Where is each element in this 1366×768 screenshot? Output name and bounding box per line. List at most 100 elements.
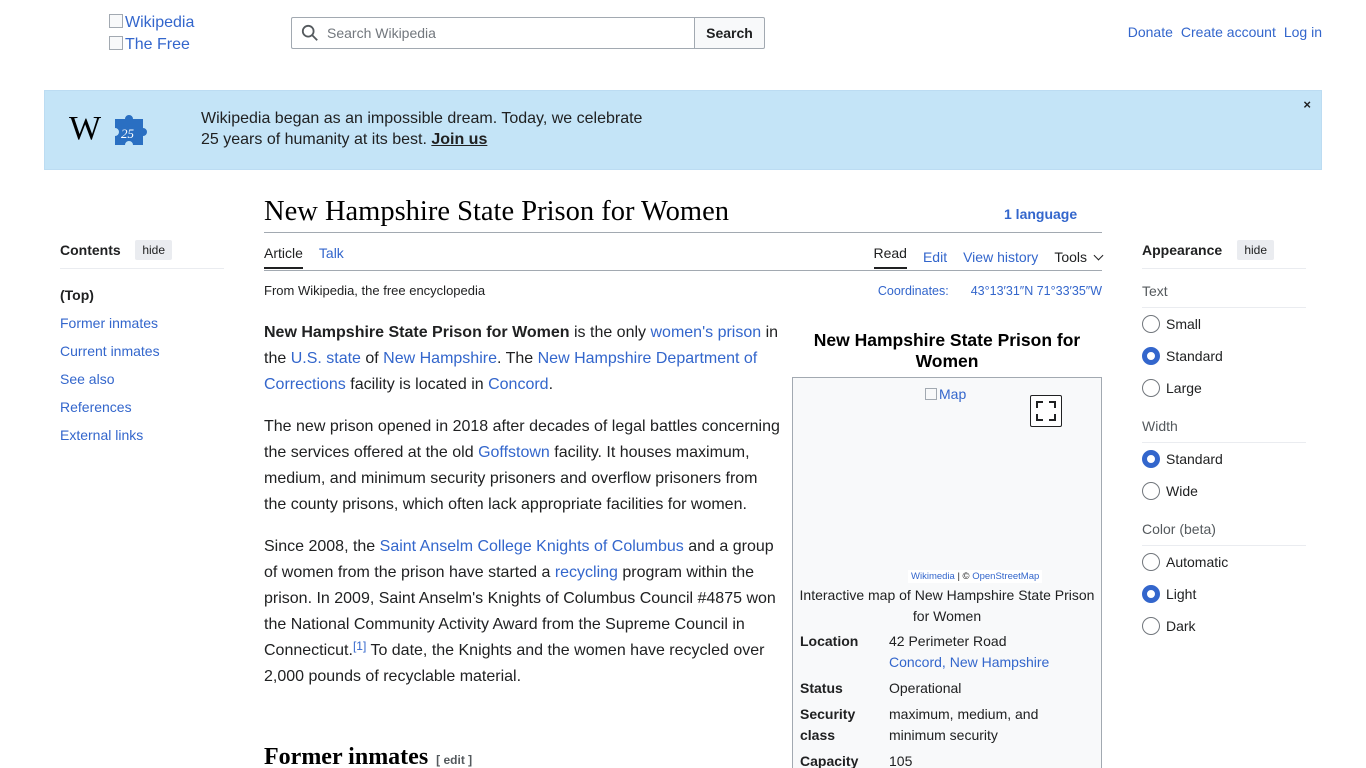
search-box: [291, 17, 695, 49]
color-dark-option[interactable]: Dark: [1142, 610, 1306, 642]
capacity-label: Capacity: [800, 753, 859, 768]
section-heading-former-inmates: Former inmates [ edit ]: [264, 744, 472, 768]
tools-label: Tools: [1054, 249, 1087, 265]
text-size-small-option[interactable]: Small: [1142, 308, 1306, 340]
create-account-link[interactable]: Create account: [1181, 24, 1276, 40]
fullscreen-icon: [1036, 401, 1056, 421]
knights-of-columbus-link[interactable]: Saint Anselm College Knights of Columbus: [380, 538, 684, 555]
coordinates-value[interactable]: 43°13′31″N 71°33′35″W: [971, 284, 1102, 298]
table-row: Location 42 Perimeter Road Concord, New H…: [800, 631, 1089, 678]
location-concord-link[interactable]: Concord: [889, 654, 942, 670]
user-links: Donate Create account Log in: [1128, 24, 1322, 40]
map-image[interactable]: Map: [925, 386, 966, 402]
search-input[interactable]: [327, 25, 667, 41]
womens-prison-link[interactable]: women's prison: [650, 324, 761, 341]
search-icon: [301, 24, 318, 41]
location-new-hampshire-link[interactable]: New Hampshire: [950, 654, 1050, 670]
concord-link[interactable]: Concord: [488, 376, 548, 393]
width-standard-option[interactable]: Standard: [1142, 443, 1306, 475]
coordinates-label[interactable]: Coordinates:: [878, 284, 949, 298]
toc-header: Contents hide: [60, 240, 224, 269]
width-wide-option[interactable]: Wide: [1142, 475, 1306, 507]
tab-read[interactable]: Read: [873, 245, 907, 269]
infobox: Map Wikimedia | © OpenStreetMap Interact…: [792, 377, 1102, 768]
tab-article[interactable]: Article: [264, 245, 303, 269]
toc-title: Contents: [60, 242, 121, 258]
toc-item-current-inmates[interactable]: Current inmates: [60, 337, 224, 365]
logo-alt-text-1: Wikipedia: [125, 14, 195, 31]
tab-talk[interactable]: Talk: [319, 245, 344, 269]
text-size-standard-option[interactable]: Standard: [1142, 340, 1306, 372]
reference-1-link[interactable]: [1]: [353, 639, 366, 653]
color-label: Color (beta): [1142, 521, 1306, 546]
appearance-header: Appearance hide: [1142, 240, 1306, 269]
wikipedia-logo[interactable]: Wikipedia The Free: [109, 12, 219, 52]
toc-item-external-links[interactable]: External links: [60, 421, 224, 449]
location-label: Location: [800, 633, 859, 649]
toc-item-top[interactable]: (Top): [60, 281, 224, 309]
radio-button-selected[interactable]: [1142, 347, 1160, 365]
page-title: New Hampshire State Prison for Women: [264, 196, 729, 227]
security-class-value: maximum, medium, and minimum security: [889, 706, 1039, 743]
banner-line-2: 25 years of humanity at its best.: [201, 131, 427, 148]
infobox-title: New Hampshire State Prison for Women: [813, 330, 1081, 371]
fullscreen-button[interactable]: [1030, 395, 1062, 427]
text-size-section: Text Small Standard Large: [1142, 283, 1306, 404]
wikipedia-25-logo-icon: W 25: [69, 110, 147, 147]
goffstown-link[interactable]: Goffstown: [478, 444, 550, 461]
color-light-option[interactable]: Light: [1142, 578, 1306, 610]
log-in-link[interactable]: Log in: [1284, 24, 1322, 40]
celebration-banner: W 25 Wikipedia began as an impossible dr…: [44, 90, 1322, 170]
radio-button[interactable]: [1142, 617, 1160, 635]
map-caption: Interactive map of New Hampshire State P…: [799, 587, 1095, 624]
language-button[interactable]: 1 language: [1004, 206, 1077, 222]
radio-button-selected[interactable]: [1142, 585, 1160, 603]
security-class-label: Security class: [800, 706, 856, 743]
join-us-link[interactable]: Join us: [431, 131, 487, 148]
location-value: 42 Perimeter Road Concord, New Hampshire: [889, 633, 1050, 670]
radio-button[interactable]: [1142, 553, 1160, 571]
radio-button-selected[interactable]: [1142, 450, 1160, 468]
namespace-tabs: Article Talk: [264, 245, 344, 269]
radio-button[interactable]: [1142, 482, 1160, 500]
text-size-label: Text: [1142, 283, 1306, 308]
svg-text:W: W: [69, 110, 102, 147]
width-section: Width Standard Wide: [1142, 418, 1306, 507]
toc-item-references[interactable]: References: [60, 393, 224, 421]
tools-menu[interactable]: Tools: [1054, 249, 1104, 265]
capacity-value: 105: [889, 753, 913, 768]
search-button[interactable]: Search: [694, 17, 765, 49]
close-icon[interactable]: ×: [1303, 97, 1311, 112]
broken-image-icon: [109, 14, 123, 28]
toc-item-see-also[interactable]: See also: [60, 365, 224, 393]
section-edit-link[interactable]: [ edit ]: [436, 753, 472, 767]
wikimedia-attribution-link[interactable]: Wikimedia: [911, 571, 955, 582]
new-hampshire-link[interactable]: New Hampshire: [383, 350, 497, 367]
recycling-link[interactable]: recycling: [555, 564, 618, 581]
status-label: Status: [800, 680, 843, 696]
width-label: Width: [1142, 418, 1306, 443]
toc-item-former-inmates[interactable]: Former inmates: [60, 309, 224, 337]
banner-message: Wikipedia began as an impossible dream. …: [201, 108, 642, 150]
logo-alt-text-2: The Free: [125, 36, 190, 52]
openstreetmap-attribution-link[interactable]: OpenStreetMap: [972, 571, 1039, 582]
table-of-contents: Contents hide (Top) Former inmates Curre…: [60, 240, 224, 449]
article-body: New Hampshire State Prison for Women is …: [264, 320, 784, 706]
section-heading-text: Former inmates: [264, 744, 429, 768]
tab-view-history[interactable]: View history: [963, 249, 1038, 265]
coordinates: Coordinates: 43°13′31″N 71°33′35″W: [878, 284, 1102, 298]
radio-button[interactable]: [1142, 379, 1160, 397]
donate-link[interactable]: Donate: [1128, 24, 1173, 40]
tagline: From Wikipedia, the free encyclopedia: [264, 283, 486, 298]
radio-button[interactable]: [1142, 315, 1160, 333]
title-divider: [264, 232, 1102, 233]
toc-hide-button[interactable]: hide: [135, 240, 172, 260]
table-row: Security class maximum, medium, and mini…: [800, 704, 1089, 751]
us-state-link[interactable]: U.S. state: [291, 350, 361, 367]
text-size-large-option[interactable]: Large: [1142, 372, 1306, 404]
view-tabs: Read Edit View history Tools: [873, 245, 1104, 269]
color-automatic-option[interactable]: Automatic: [1142, 546, 1306, 578]
appearance-hide-button[interactable]: hide: [1237, 240, 1274, 260]
broken-image-icon: [109, 36, 123, 50]
tab-edit[interactable]: Edit: [923, 249, 947, 265]
